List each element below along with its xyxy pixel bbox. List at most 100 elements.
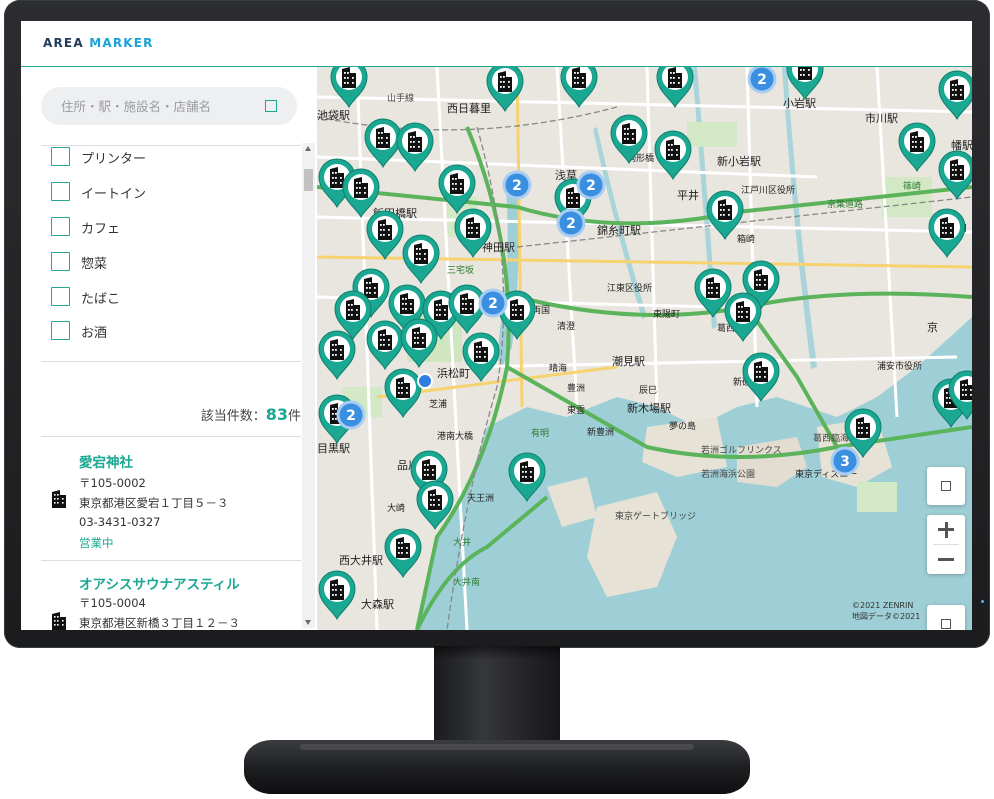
map-label: 三宅坂 bbox=[447, 264, 474, 276]
map-label: 清澄 bbox=[557, 320, 575, 332]
cluster-marker[interactable]: 2 bbox=[502, 170, 532, 200]
category-label: プリンター bbox=[81, 152, 147, 167]
map-label: 西大井駅 bbox=[339, 553, 383, 567]
locate-icon bbox=[941, 619, 951, 629]
category-checkbox[interactable] bbox=[51, 182, 70, 201]
result-count: 該当件数：83件 bbox=[201, 405, 301, 424]
scroll-down-arrow-icon[interactable] bbox=[302, 616, 315, 628]
map-label: 平井 bbox=[677, 188, 699, 202]
app-logo[interactable]: AREA MARKER bbox=[43, 36, 154, 50]
cluster-marker[interactable]: 2 bbox=[478, 288, 508, 318]
monitor-stand-neck bbox=[434, 646, 560, 748]
scroll-thumb[interactable] bbox=[304, 169, 313, 191]
place-address: 東京都港区愛宕１丁目５－３ bbox=[79, 496, 229, 510]
place-postal: 〒105-0004 bbox=[79, 596, 146, 610]
map-label: 東雲 bbox=[567, 404, 585, 416]
copyright-line: ©2021 ZENRIN bbox=[852, 601, 914, 610]
result-count-label: 該当件数： bbox=[200, 409, 266, 424]
map-label: 若洲ゴルフリンクス bbox=[701, 444, 782, 456]
map-label: 池袋駅 bbox=[317, 108, 350, 122]
map-label: 大森駅 bbox=[361, 597, 394, 611]
place-name[interactable]: オアシスサウナアスティル bbox=[79, 573, 240, 593]
divider bbox=[41, 560, 301, 561]
copyright-line: 地図データ©2021 bbox=[852, 612, 921, 621]
map-label: 幡駅 bbox=[951, 138, 972, 152]
map-view[interactable]: 山手線 西日暮里 池袋駅 小岩駅 市川駅 新小岩駅 幡駅 下総 浅草 錦糸町駅 … bbox=[317, 67, 972, 630]
sidebar-scrollbar[interactable] bbox=[302, 143, 315, 628]
zoom-in-button[interactable] bbox=[927, 515, 965, 544]
map-label: 京葉道路 bbox=[827, 198, 863, 210]
cluster-count: 2 bbox=[346, 408, 356, 424]
cluster-marker[interactable]: 2 bbox=[747, 67, 777, 94]
map-label: 若洲海浜公園 bbox=[701, 468, 755, 480]
divider bbox=[41, 145, 301, 146]
map-label: 錦糸町駅 bbox=[597, 223, 641, 237]
cluster-marker[interactable]: 2 bbox=[336, 400, 366, 430]
map-label: 豊洲 bbox=[567, 382, 585, 394]
place-item[interactable]: オアシスサウナアスティル 〒105-0004 東京都港区新橋３丁目１２－３ 03… bbox=[41, 573, 301, 630]
map-canvas[interactable]: 山手線 西日暮里 池袋駅 小岩駅 市川駅 新小岩駅 幡駅 下総 浅草 錦糸町駅 … bbox=[317, 67, 972, 630]
map-label: 目黒駅 bbox=[317, 442, 350, 455]
cluster-marker[interactable]: 2 bbox=[556, 208, 586, 238]
category-label: たばこ bbox=[81, 292, 121, 307]
place-address: 東京都港区新橋３丁目１２－３ bbox=[79, 616, 240, 630]
map-label: 天王洲 bbox=[467, 493, 494, 504]
map-label: 江戸川区役所 bbox=[741, 184, 795, 196]
map-label: 江東区役所 bbox=[607, 282, 652, 294]
map-label: 有明 bbox=[531, 427, 549, 439]
place-name[interactable]: 愛宕神社 bbox=[79, 451, 133, 471]
scroll-up-arrow-icon[interactable] bbox=[302, 143, 315, 155]
map-label: 大崎 bbox=[387, 502, 405, 514]
map-label: 市川駅 bbox=[865, 111, 898, 125]
map-label: 新小岩駅 bbox=[717, 154, 761, 168]
map-label: 夢の島 bbox=[669, 420, 696, 432]
logo-word-area: AREA bbox=[43, 36, 84, 50]
building-icon bbox=[52, 490, 66, 508]
category-checkbox[interactable] bbox=[51, 287, 70, 306]
cluster-marker[interactable]: 2 bbox=[576, 170, 606, 200]
map-label: 潮見駅 bbox=[612, 354, 645, 368]
cluster-count: 3 bbox=[840, 454, 850, 470]
map-label: 神田駅 bbox=[482, 240, 515, 254]
map-label: 大井 bbox=[453, 536, 471, 548]
app-header: AREA MARKER bbox=[21, 21, 972, 67]
fullscreen-icon bbox=[941, 481, 951, 491]
result-count-unit: 件 bbox=[287, 409, 301, 424]
category-checkbox[interactable] bbox=[51, 321, 70, 340]
map-label: 浦安市役所 bbox=[877, 360, 922, 372]
map-label: 晴海 bbox=[549, 362, 567, 374]
map-label: 篠崎 bbox=[903, 180, 921, 192]
category-checkbox[interactable] bbox=[51, 147, 70, 166]
category-label: イートイン bbox=[81, 187, 147, 202]
zoom-out-button[interactable] bbox=[927, 545, 965, 574]
map-copyright: ©2021 ZENRIN 地図データ©2021 bbox=[852, 600, 920, 622]
place-status: 営業中 bbox=[79, 536, 114, 550]
place-item[interactable]: 愛宕神社 〒105-0002 東京都港区愛宕１丁目５－３ 03-3431-032… bbox=[41, 451, 301, 551]
map-label: 港南大橋 bbox=[437, 430, 473, 442]
cluster-count: 2 bbox=[512, 178, 522, 194]
cluster-count: 2 bbox=[586, 178, 596, 194]
monitor-frame: AREA MARKER プリンター イートイン カフェ bbox=[0, 0, 994, 799]
search-input[interactable] bbox=[61, 96, 251, 116]
search-toggle-icon[interactable] bbox=[265, 100, 277, 112]
category-checkbox[interactable] bbox=[51, 217, 70, 236]
map-label: 箱崎 bbox=[737, 233, 755, 245]
cluster-marker[interactable]: 3 bbox=[830, 446, 860, 476]
divider bbox=[41, 361, 301, 362]
result-count-number: 83 bbox=[265, 405, 288, 424]
stand-shadow bbox=[434, 646, 560, 660]
power-indicator bbox=[981, 600, 984, 603]
map-label: 西日暮里 bbox=[447, 101, 491, 115]
place-phone: 03-3431-0327 bbox=[79, 515, 161, 529]
category-checkbox[interactable] bbox=[51, 252, 70, 271]
fullscreen-button[interactable] bbox=[927, 467, 965, 505]
category-label: お酒 bbox=[81, 326, 108, 341]
map-label: 山手線 bbox=[387, 92, 414, 104]
map-label: 新木場駅 bbox=[627, 401, 671, 415]
map-label: 東京ゲートブリッジ bbox=[615, 510, 696, 522]
map-label: 小岩駅 bbox=[783, 96, 816, 110]
map-label: 浜松町 bbox=[437, 366, 470, 380]
locate-button[interactable] bbox=[927, 605, 965, 630]
map-label: 東陽町 bbox=[653, 308, 680, 320]
category-label: 惣菜 bbox=[81, 257, 108, 272]
